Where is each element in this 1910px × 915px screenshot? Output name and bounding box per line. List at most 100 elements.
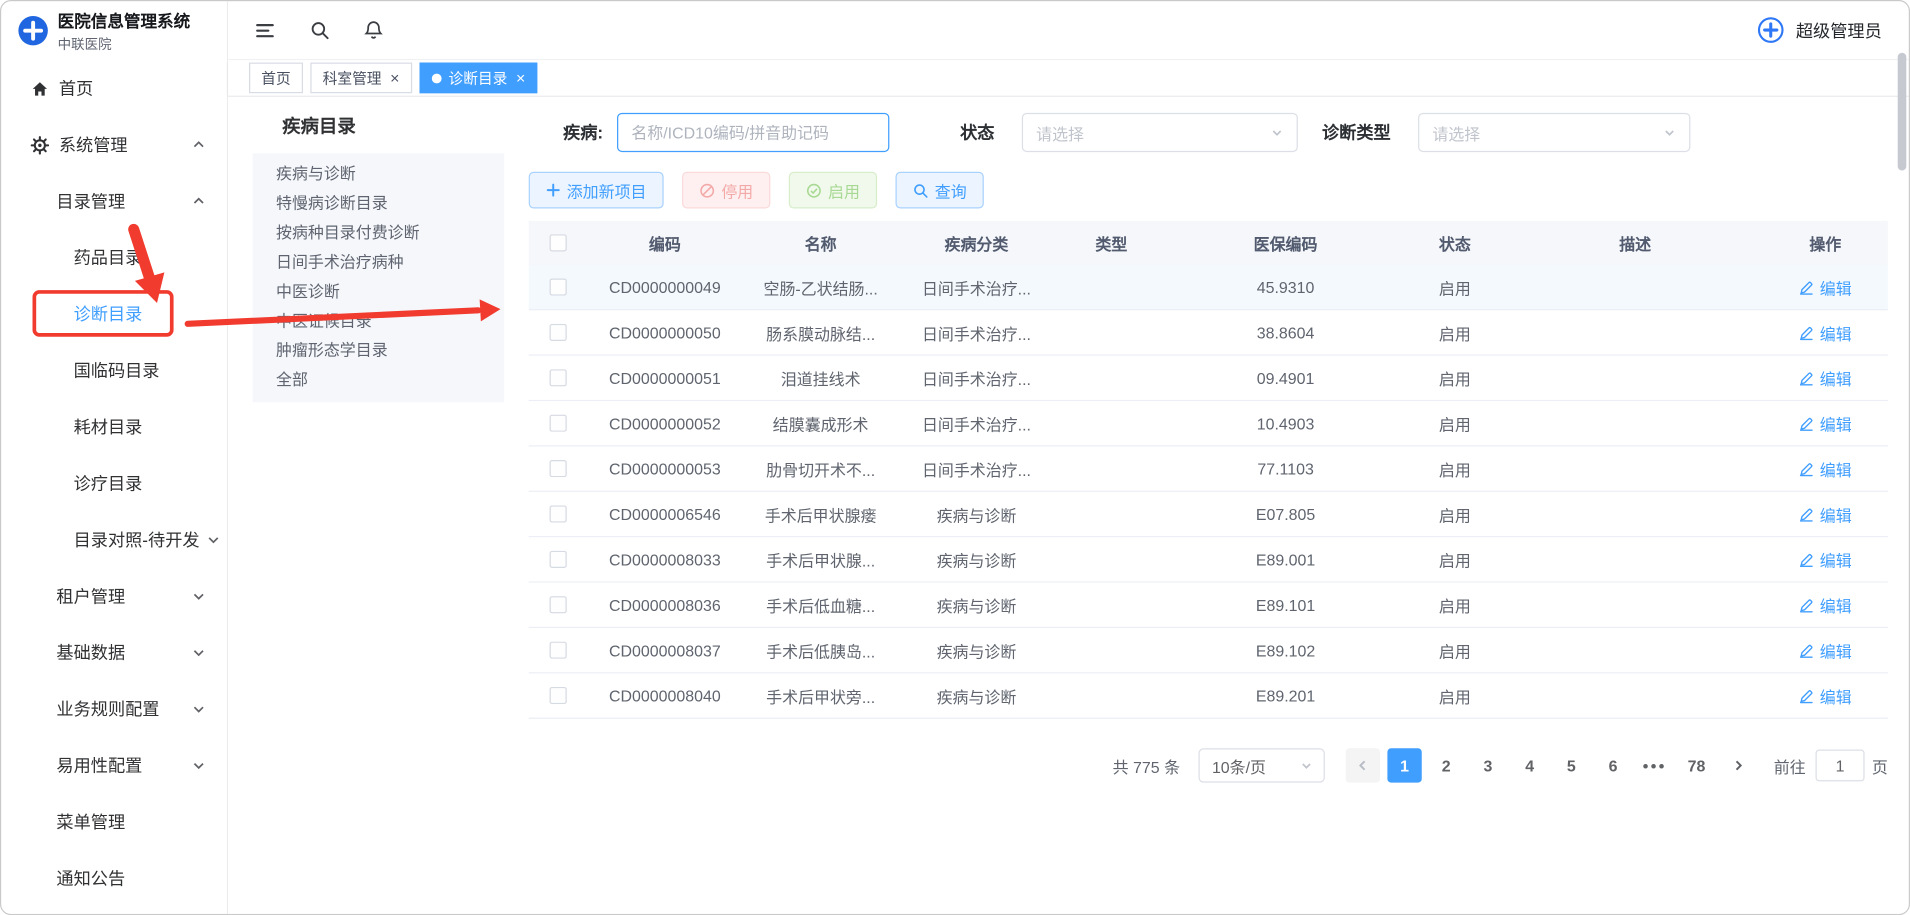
tab-home[interactable]: 首页 bbox=[249, 63, 303, 94]
catalog-item[interactable]: 按病种目录付费诊断 bbox=[253, 218, 504, 247]
row-checkbox[interactable] bbox=[550, 642, 567, 659]
table-row: CD0000008033 手术后甲状腺... 疾病与诊断 E89.001 启用 bbox=[529, 537, 1888, 582]
sidebar-item-usability-config[interactable]: 易用性配置 bbox=[1, 737, 227, 793]
sidebar-item-national-code-catalog[interactable]: 国临码目录 bbox=[1, 342, 227, 398]
catalog-item[interactable]: 全部 bbox=[253, 366, 504, 395]
sidebar-item-system-mgmt[interactable]: 系统管理 bbox=[1, 117, 227, 173]
query-button[interactable]: 查询 bbox=[896, 172, 984, 209]
page-number-3[interactable]: 3 bbox=[1471, 748, 1505, 782]
edit-button[interactable]: 编辑 bbox=[1799, 321, 1852, 344]
tabs-bar: 首页 科室管理 × 诊断目录 × bbox=[228, 60, 1909, 97]
cell-insurance-code: 09.4901 bbox=[1169, 369, 1402, 387]
page-number-5[interactable]: 5 bbox=[1554, 748, 1588, 782]
row-checkbox[interactable] bbox=[550, 551, 567, 568]
cell-code: CD0000008033 bbox=[588, 550, 743, 568]
bell-icon[interactable] bbox=[363, 20, 384, 41]
sidebar-item-diagnosis-catalog[interactable]: 诊断目录 bbox=[1, 286, 227, 342]
edit-button[interactable]: 编辑 bbox=[1799, 638, 1852, 661]
close-icon[interactable]: × bbox=[516, 70, 525, 86]
page-number-2[interactable]: 2 bbox=[1429, 748, 1463, 782]
catalog-item[interactable]: 日间手术治疗病种 bbox=[253, 248, 504, 277]
disable-button[interactable]: 停用 bbox=[682, 172, 770, 209]
table-row: CD0000008036 手术后低血糖... 疾病与诊断 E89.101 启用 bbox=[529, 583, 1888, 628]
scrollbar[interactable] bbox=[1898, 53, 1907, 171]
cell-status: 启用 bbox=[1402, 275, 1507, 298]
catalog-item[interactable]: 中医证候目录 bbox=[253, 307, 504, 336]
sidebar-item-menu-mgmt[interactable]: 菜单管理 bbox=[1, 794, 227, 850]
prev-page-button[interactable] bbox=[1346, 748, 1380, 782]
table-row: CD0000006546 手术后甲状腺瘘 疾病与诊断 E07.805 启用 bbox=[529, 492, 1888, 537]
catalog-item[interactable]: 疾病与诊断 bbox=[253, 159, 504, 188]
disease-search-input[interactable] bbox=[617, 113, 889, 152]
cell-name: 肋骨切开术不... bbox=[742, 457, 899, 480]
sidebar-item-catalog-mapping[interactable]: 目录对照-待开发 bbox=[1, 512, 227, 568]
catalog-item[interactable]: 中医诊断 bbox=[253, 277, 504, 306]
edit-button[interactable]: 编辑 bbox=[1799, 502, 1852, 525]
edit-icon bbox=[1799, 551, 1815, 567]
search-icon[interactable] bbox=[309, 20, 330, 41]
page-number-6[interactable]: 6 bbox=[1596, 748, 1630, 782]
more-pages-icon[interactable]: ••• bbox=[1638, 748, 1672, 782]
edit-button[interactable]: 编辑 bbox=[1799, 548, 1852, 571]
edit-button[interactable]: 编辑 bbox=[1799, 457, 1852, 480]
row-checkbox[interactable] bbox=[550, 460, 567, 477]
menu-label: 耗材目录 bbox=[74, 415, 143, 440]
tab-label: 首页 bbox=[261, 67, 290, 88]
col-header-desc: 描述 bbox=[1508, 231, 1763, 254]
status-select[interactable]: 请选择 bbox=[1021, 113, 1297, 152]
row-checkbox[interactable] bbox=[550, 369, 567, 386]
table-row: CD0000008037 手术后低胰岛... 疾病与诊断 E89.102 启用 bbox=[529, 628, 1888, 673]
cell-name: 泪道挂线术 bbox=[742, 366, 899, 389]
row-checkbox[interactable] bbox=[550, 596, 567, 613]
sidebar-item-drug-catalog[interactable]: 药品目录 bbox=[1, 229, 227, 285]
page-number-78[interactable]: 78 bbox=[1679, 748, 1713, 782]
goto-page-input[interactable] bbox=[1815, 750, 1864, 782]
menu-label: 目录对照-待开发 bbox=[74, 527, 200, 552]
menu-label: 诊断目录 bbox=[74, 302, 143, 327]
sidebar-item-treatment-catalog[interactable]: 诊疗目录 bbox=[1, 455, 227, 511]
edit-button[interactable]: 编辑 bbox=[1799, 412, 1852, 435]
tab-department-mgmt[interactable]: 科室管理 × bbox=[310, 63, 411, 94]
user-avatar-icon[interactable] bbox=[1757, 16, 1785, 44]
close-icon[interactable]: × bbox=[390, 70, 399, 86]
sidebar-item-home[interactable]: 首页 bbox=[1, 60, 227, 116]
sidebar-item-notice[interactable]: 通知公告 bbox=[1, 850, 227, 906]
next-page-button[interactable] bbox=[1721, 748, 1755, 782]
sidebar-item-tenant-mgmt[interactable]: 租户管理 bbox=[1, 568, 227, 624]
tab-diagnosis-catalog[interactable]: 诊断目录 × bbox=[419, 63, 538, 94]
row-checkbox[interactable] bbox=[550, 505, 567, 522]
row-checkbox[interactable] bbox=[550, 687, 567, 704]
page-content: 疾病目录 疾病与诊断 特慢病诊断目录 按病种目录付费诊断 日间手术治疗病种 中医… bbox=[228, 97, 1909, 914]
page-size-select[interactable]: 10条/页 bbox=[1198, 748, 1324, 782]
diagnosis-type-select[interactable]: 请选择 bbox=[1418, 113, 1690, 152]
sidebar-menu: 首页 系统管理 bbox=[1, 60, 227, 914]
catalog-item[interactable]: 特慢病诊断目录 bbox=[253, 189, 504, 218]
cell-category: 日间手术治疗... bbox=[899, 321, 1054, 344]
sidebar-item-consumables-catalog[interactable]: 耗材目录 bbox=[1, 399, 227, 455]
edit-button[interactable]: 编辑 bbox=[1799, 593, 1852, 616]
edit-button[interactable]: 编辑 bbox=[1799, 275, 1852, 298]
menu-label: 租户管理 bbox=[56, 584, 125, 609]
enable-button[interactable]: 启用 bbox=[789, 172, 877, 209]
edit-button[interactable]: 编辑 bbox=[1799, 684, 1852, 707]
add-item-button[interactable]: 添加新项目 bbox=[529, 172, 664, 209]
page-number-4[interactable]: 4 bbox=[1512, 748, 1546, 782]
edit-button[interactable]: 编辑 bbox=[1799, 366, 1852, 389]
table-header-row: 编码 名称 疾病分类 类型 医保编码 状态 描述 操作 bbox=[529, 221, 1888, 265]
cell-code: CD0000008036 bbox=[588, 596, 743, 614]
collapse-sidebar-icon[interactable] bbox=[254, 19, 276, 41]
page-number-1[interactable]: 1 bbox=[1387, 748, 1421, 782]
col-header-actions: 操作 bbox=[1763, 231, 1888, 254]
row-checkbox[interactable] bbox=[550, 415, 567, 432]
catalog-item[interactable]: 肿瘤形态学目录 bbox=[253, 336, 504, 365]
edit-icon bbox=[1799, 415, 1815, 431]
gear-icon bbox=[31, 136, 49, 154]
sidebar-item-catalog-mgmt[interactable]: 目录管理 bbox=[1, 173, 227, 229]
sidebar-item-base-data[interactable]: 基础数据 bbox=[1, 624, 227, 680]
row-checkbox[interactable] bbox=[550, 278, 567, 295]
sidebar-item-business-rules[interactable]: 业务规则配置 bbox=[1, 681, 227, 737]
select-all-checkbox[interactable] bbox=[550, 234, 567, 251]
cell-name: 手术后甲状腺... bbox=[742, 548, 899, 571]
row-checkbox[interactable] bbox=[550, 324, 567, 341]
user-name[interactable]: 超级管理员 bbox=[1796, 18, 1882, 43]
